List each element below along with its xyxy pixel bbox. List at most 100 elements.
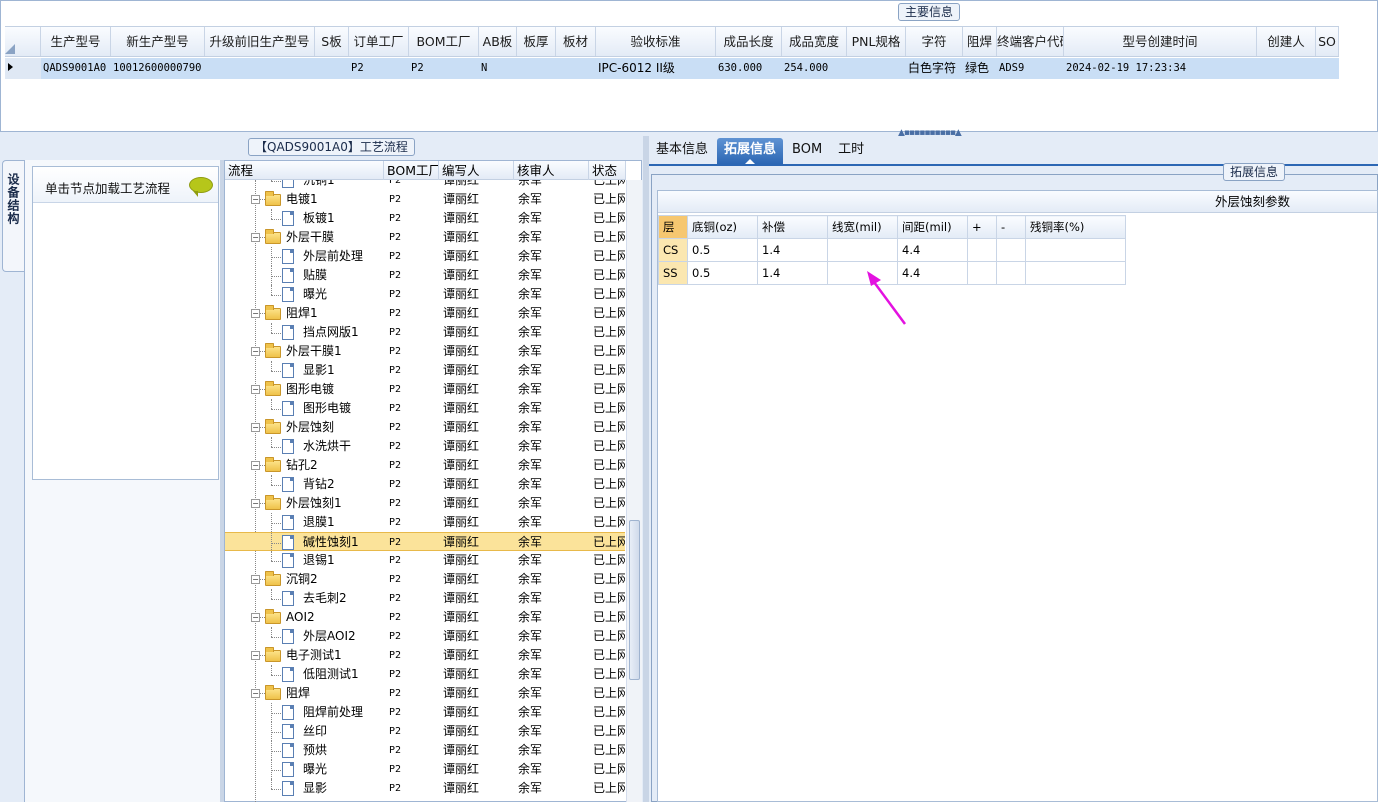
tab-extended-info[interactable]: 拓展信息 xyxy=(717,138,784,164)
vertical-scrollbar[interactable] xyxy=(626,180,642,802)
tree-node-folder[interactable]: − AOI2 P2 谭丽红 余军 已上网 xyxy=(225,608,625,627)
tab-work-hours[interactable]: 工时 xyxy=(831,138,871,164)
main-col-header[interactable]: 字符 xyxy=(906,27,963,56)
etch-cell[interactable]: 0.5 xyxy=(687,261,758,285)
main-cell[interactable] xyxy=(1316,58,1339,79)
tree-node-item[interactable]: 显影1 P2 谭丽红 余军 已上网 xyxy=(225,361,625,380)
main-cell[interactable]: 630.000 xyxy=(716,58,782,79)
collapse-icon[interactable]: − xyxy=(251,309,260,318)
process-col-header[interactable]: BOM工厂 xyxy=(384,161,439,180)
tree-node-item[interactable]: 水洗烘干 P2 谭丽红 余军 已上网 xyxy=(225,437,625,456)
etch-col-header[interactable]: - xyxy=(996,215,1026,239)
tree-node-folder[interactable]: − 图形电镀 P2 谭丽红 余军 已上网 xyxy=(225,380,625,399)
etch-row[interactable]: CS 0.5 1.4 4.4 xyxy=(658,238,1126,262)
main-col-header[interactable]: 板材 xyxy=(556,27,596,56)
tree-node-item[interactable]: 显影 P2 谭丽红 余军 已上网 xyxy=(225,779,625,798)
collapse-icon[interactable]: − xyxy=(251,233,260,242)
etch-col-header[interactable]: 层 xyxy=(658,215,688,239)
tree-node-item[interactable]: 去毛刺2 P2 谭丽红 余军 已上网 xyxy=(225,589,625,608)
main-cell[interactable]: N xyxy=(479,58,517,79)
main-cell[interactable] xyxy=(556,58,596,79)
tab-bom[interactable]: BOM xyxy=(785,138,829,164)
collapse-icon[interactable]: − xyxy=(251,651,260,660)
main-col-header[interactable]: 验收标准 xyxy=(596,27,716,56)
main-cell[interactable] xyxy=(517,58,556,79)
etch-cell[interactable] xyxy=(996,261,1026,285)
tree-node-folder[interactable]: − 沉铜2 P2 谭丽红 余军 已上网 xyxy=(225,570,625,589)
tree-node-folder[interactable]: − 电子测试1 P2 谭丽红 余军 已上网 xyxy=(225,646,625,665)
main-col-header[interactable]: S板 xyxy=(315,27,349,56)
tree-node-folder[interactable]: − 外层蚀刻 P2 谭丽红 余军 已上网 xyxy=(225,418,625,437)
main-col-header[interactable]: PNL规格 xyxy=(847,27,906,56)
main-col-header[interactable]: 创建人 xyxy=(1257,27,1316,56)
main-col-header[interactable]: 成品长度 xyxy=(716,27,782,56)
tree-node-folder[interactable]: − 阻焊 P2 谭丽红 余军 已上网 xyxy=(225,684,625,703)
main-cell[interactable]: ADS9 xyxy=(997,58,1064,79)
main-col-header[interactable]: AB板 xyxy=(479,27,517,56)
main-col-header[interactable]: 成品宽度 xyxy=(782,27,847,56)
main-col-header[interactable]: SO xyxy=(1316,27,1339,56)
main-cell[interactable]: 绿色 xyxy=(963,58,997,79)
etch-col-header[interactable]: 补偿 xyxy=(757,215,828,239)
main-cell[interactable] xyxy=(315,58,349,79)
collapse-icon[interactable]: − xyxy=(251,575,260,584)
etch-col-header[interactable]: + xyxy=(967,215,997,239)
tree-node-item[interactable]: 预烘 P2 谭丽红 余军 已上网 xyxy=(225,741,625,760)
load-hint-box[interactable]: 单击节点加载工艺流程 xyxy=(32,166,219,480)
main-col-header[interactable]: 阻焊 xyxy=(963,27,997,56)
main-cell[interactable]: 2024-02-19 17:23:34 xyxy=(1064,58,1257,79)
tree-node-folder[interactable]: − 电镀1 P2 谭丽红 余军 已上网 xyxy=(225,190,625,209)
tree-node-item[interactable]: 挡点网版1 P2 谭丽红 余军 已上网 xyxy=(225,323,625,342)
main-col-header[interactable]: 新生产型号 xyxy=(111,27,205,56)
main-col-header[interactable]: 板厚 xyxy=(517,27,556,56)
collapse-icon[interactable]: − xyxy=(251,347,260,356)
etch-cell[interactable] xyxy=(827,238,898,262)
tab-equipment-structure[interactable]: 设备结构 xyxy=(2,160,24,272)
collapse-icon[interactable]: − xyxy=(251,461,260,470)
main-col-header[interactable]: 升级前旧生产型号 xyxy=(205,27,315,56)
tree-node-item[interactable]: 外层AOI2 P2 谭丽红 余军 已上网 xyxy=(225,627,625,646)
tree-node-item[interactable]: 退锡1 P2 谭丽红 余军 已上网 xyxy=(225,551,625,570)
collapse-icon[interactable]: − xyxy=(251,385,260,394)
main-cell[interactable] xyxy=(847,58,906,79)
main-col-header[interactable]: 生产型号 xyxy=(41,27,111,56)
etch-col-header[interactable]: 间距(mil) xyxy=(897,215,968,239)
main-cell[interactable]: P2 xyxy=(409,58,479,79)
main-info-row[interactable]: QADS9001A0 10012600000790 P2 P2 N IPC-6012 II… xyxy=(5,58,1339,79)
tree-node-item[interactable]: 图形电镀 P2 谭丽红 余军 已上网 xyxy=(225,399,625,418)
tree-node-item[interactable]: 背钻2 P2 谭丽红 余军 已上网 xyxy=(225,475,625,494)
main-col-header[interactable]: BOM工厂 xyxy=(409,27,479,56)
collapse-icon[interactable]: − xyxy=(251,195,260,204)
scrollbar-thumb[interactable] xyxy=(629,520,640,680)
etch-cell[interactable]: CS xyxy=(658,238,688,262)
collapse-icon[interactable]: − xyxy=(251,499,260,508)
etch-cell[interactable] xyxy=(996,238,1026,262)
tree-node-folder[interactable]: − 外层干膜1 P2 谭丽红 余军 已上网 xyxy=(225,342,625,361)
etch-cell[interactable]: SS xyxy=(658,261,688,285)
collapse-icon[interactable]: − xyxy=(251,689,260,698)
etch-cell[interactable]: 0.5 xyxy=(687,238,758,262)
etch-col-header[interactable]: 线宽(mil) xyxy=(827,215,898,239)
etch-cell[interactable] xyxy=(967,238,997,262)
tree-node-item[interactable]: 低阻测试1 P2 谭丽红 余军 已上网 xyxy=(225,665,625,684)
tree-node-item[interactable]: 曝光 P2 谭丽红 余军 已上网 xyxy=(225,760,625,779)
etch-cell[interactable] xyxy=(967,261,997,285)
etch-cell[interactable]: 4.4 xyxy=(897,238,968,262)
tree-node-folder[interactable]: − 钻孔2 P2 谭丽红 余军 已上网 xyxy=(225,456,625,475)
collapse-icon[interactable]: − xyxy=(251,423,260,432)
etch-col-header[interactable]: 残铜率(%) xyxy=(1025,215,1126,239)
etch-cell[interactable] xyxy=(1025,238,1126,262)
main-col-header[interactable]: 订单工厂 xyxy=(349,27,409,56)
main-cell[interactable]: P2 xyxy=(349,58,409,79)
etch-col-header[interactable]: 底铜(oz) xyxy=(687,215,758,239)
etch-cell[interactable] xyxy=(1025,261,1126,285)
tree-node-item[interactable]: 曝光 P2 谭丽红 余军 已上网 xyxy=(225,285,625,304)
main-cell[interactable] xyxy=(1257,58,1316,79)
main-cell[interactable]: 10012600000790 xyxy=(111,58,205,79)
tree-node-item[interactable]: 外层前处理 P2 谭丽红 余军 已上网 xyxy=(225,247,625,266)
etch-cell[interactable]: 1.4 xyxy=(757,238,828,262)
main-col-header[interactable]: 终端客户代码 xyxy=(997,27,1064,56)
process-col-header[interactable]: 核审人 xyxy=(514,161,589,180)
tab-basic-info[interactable]: 基本信息 xyxy=(649,138,715,164)
collapse-icon[interactable]: − xyxy=(251,613,260,622)
